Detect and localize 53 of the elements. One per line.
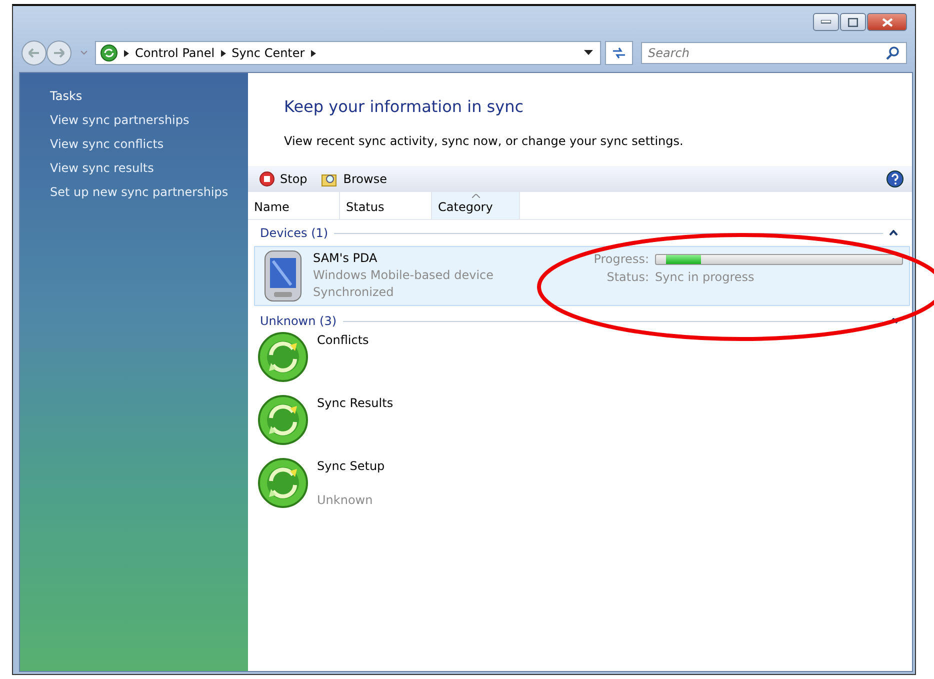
breadcrumb[interactable]: Control Panel xyxy=(135,46,215,60)
item-detail: Synchronized xyxy=(313,285,395,299)
browse-button[interactable]: Browse xyxy=(318,169,390,189)
address-bar[interactable]: Control Panel Sync Center xyxy=(95,41,601,65)
refresh-icon xyxy=(611,46,627,60)
stop-button[interactable]: Stop xyxy=(256,169,310,189)
status-value: Sync in progress xyxy=(655,270,754,284)
list-item[interactable]: SAM's PDA Windows Mobile-based device Synchronized Progress: Status: Sync in progress xyxy=(254,246,910,306)
sync-icon xyxy=(257,394,309,446)
column-header[interactable]: Category xyxy=(432,192,520,219)
collapse-icon[interactable] xyxy=(889,230,898,236)
item-detail: Unknown xyxy=(317,493,374,507)
item-name: Sync Results xyxy=(317,396,394,410)
list-item[interactable]: Sync Setup Unknown xyxy=(254,456,910,517)
maximize-icon xyxy=(848,18,858,26)
help-icon[interactable] xyxy=(886,170,904,188)
sort-icon xyxy=(472,194,480,198)
refresh-button[interactable] xyxy=(605,41,633,65)
progress-label: Progress: xyxy=(592,252,649,266)
item-name: SAM's PDA xyxy=(313,251,378,265)
close-icon xyxy=(882,18,892,26)
minimize-icon xyxy=(821,20,831,24)
item-detail: Windows Mobile-based device xyxy=(313,268,494,282)
item-name: Conflicts xyxy=(317,333,369,347)
list-item[interactable]: Conflicts xyxy=(254,330,910,391)
sidebar-link[interactable]: Set up new sync partnerships xyxy=(50,185,248,199)
collapse-icon[interactable] xyxy=(889,318,898,324)
maximize-button[interactable] xyxy=(840,13,866,31)
list-item[interactable]: Sync Results xyxy=(254,393,910,454)
sync-icon xyxy=(257,331,309,383)
chevron-icon[interactable] xyxy=(124,50,129,56)
chevron-icon[interactable] xyxy=(310,50,316,56)
sidebar-heading: Tasks xyxy=(50,89,84,103)
sync-center-icon xyxy=(100,44,118,62)
page-description: View recent sync activity, sync now, or change your sync settings. xyxy=(284,134,684,148)
minimize-button[interactable] xyxy=(813,13,839,31)
status-label: Status: xyxy=(606,270,649,284)
column-header[interactable]: Name xyxy=(248,192,340,219)
breadcrumb[interactable]: Sync Center xyxy=(232,46,305,60)
page-title: Keep your information in sync xyxy=(284,97,525,116)
close-button[interactable] xyxy=(867,13,907,31)
sidebar-link[interactable]: View sync partnerships xyxy=(50,113,248,127)
sidebar-link[interactable]: View sync conflicts xyxy=(50,137,248,151)
sidebar-link[interactable]: View sync results xyxy=(50,161,248,175)
chevron-icon[interactable] xyxy=(220,50,226,56)
search-icon[interactable] xyxy=(886,46,900,60)
stop-icon xyxy=(259,171,275,187)
group-header[interactable]: Unknown (3) xyxy=(260,314,337,328)
sync-icon xyxy=(257,457,309,509)
search-field[interactable]: Search xyxy=(641,42,907,64)
group-header[interactable]: Devices (1) xyxy=(260,226,328,240)
dropdown-icon[interactable] xyxy=(584,50,594,56)
item-name: Sync Setup xyxy=(317,459,385,473)
